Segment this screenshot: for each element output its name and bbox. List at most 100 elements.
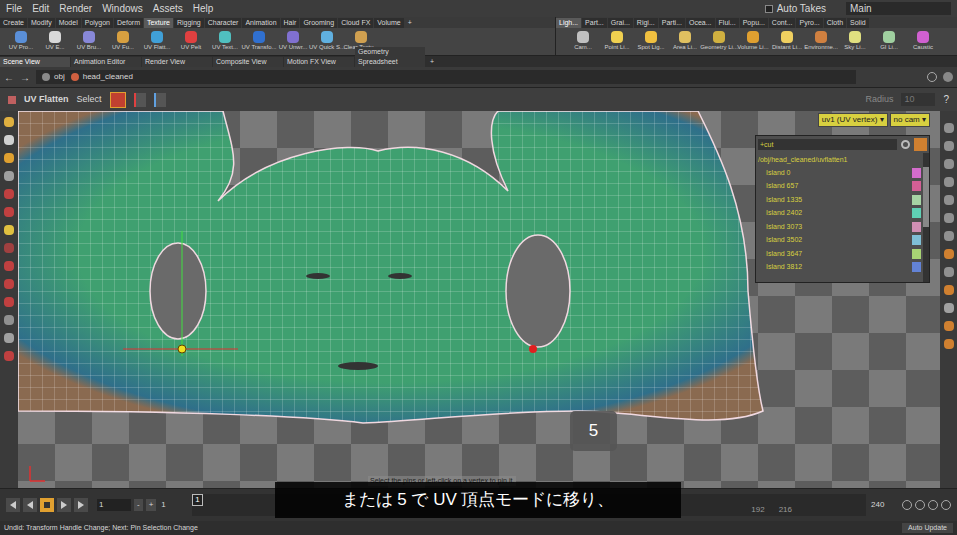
shelf-tool[interactable]: GI Li... [872,31,906,52]
menu-item[interactable]: File [6,1,22,16]
add-shelf-tab[interactable]: + [405,18,415,28]
pane-tab[interactable]: Composite View [213,57,283,67]
shelf-tab[interactable]: Ligh... [556,18,581,28]
tool-icon[interactable] [944,321,954,331]
shelf-tab[interactable]: Cloth [824,18,846,28]
shelf-tool[interactable]: Geometry Li... [702,31,736,52]
auto-update-button[interactable]: Auto Update [902,523,953,534]
shelf-tab[interactable]: Modify [28,18,55,28]
pane-tab[interactable]: Animation Editor [71,57,141,67]
pane-tab[interactable]: Render View [142,57,212,67]
start-frame-field[interactable]: 1 [159,499,189,511]
shelf-tab[interactable]: Ocea... [686,18,715,28]
end-frame-field[interactable]: 240 [869,499,899,511]
shelf-tool[interactable]: Environme... [804,31,838,52]
tool-icon[interactable] [4,333,14,343]
tool-icon[interactable] [4,117,14,127]
shelf-tool[interactable]: UV Fu... [106,31,140,52]
prev-icon[interactable] [23,498,37,512]
tool-icon[interactable] [944,339,954,349]
tool-icon[interactable] [4,315,14,325]
first-icon[interactable] [6,498,20,512]
tool-icon[interactable] [4,153,14,163]
gear-icon[interactable] [901,140,910,149]
uv-viewport[interactable]: uv1 (UV vertex) ▾no cam ▾+cut/obj/head_c… [18,111,940,488]
tool-icon[interactable] [4,135,14,145]
view-icon[interactable] [927,72,937,82]
tool-icon[interactable] [4,207,14,217]
island-row[interactable]: Island 657 [758,180,923,194]
frame-marker[interactable]: 1 [192,494,202,506]
path-segment[interactable]: head_cleaned [71,71,133,83]
shelf-tab[interactable]: Polygon [82,18,113,28]
shelf-tool[interactable]: Distant Li... [770,31,804,52]
shelf-tool[interactable]: UV Text... [208,31,242,52]
auto-takes-checkbox[interactable]: Auto Takes [765,1,826,16]
tool-icon[interactable] [944,285,954,295]
menu-item[interactable]: Render [59,1,92,16]
pane-tab[interactable]: Motion FX View [284,57,354,67]
shelf-tab[interactable]: Popu... [740,18,768,28]
shelf-tab[interactable]: Cont... [769,18,796,28]
camera-dropdown[interactable]: no cam ▾ [890,113,930,127]
tool-icon[interactable] [944,231,954,241]
island-row[interactable]: Island 3812 [758,261,923,275]
island-row[interactable]: Island 3073 [758,220,923,234]
tool-icon[interactable] [944,177,954,187]
tool-icon[interactable] [4,261,14,271]
shelf-tab[interactable]: Character [205,18,242,28]
shelf-tool[interactable]: Caustic [906,31,940,52]
shelf-tool[interactable]: UV Transfo... [242,31,276,52]
shelf-tool[interactable]: UV Pelt [174,31,208,52]
timeline-option-icon[interactable] [915,500,925,510]
tool-icon[interactable] [944,267,954,277]
menu-item[interactable]: Edit [32,1,49,16]
shelf-tool[interactable]: Sky Li... [838,31,872,52]
shelf-tab[interactable]: Deform [114,18,143,28]
path-segment[interactable]: obj [42,71,65,83]
tool-icon[interactable] [944,159,954,169]
tool-icon[interactable] [4,351,14,361]
shelf-tool[interactable]: Volume Li... [736,31,770,52]
stop-icon[interactable] [40,498,54,512]
select-mode-icon[interactable] [110,92,126,108]
tool-icon[interactable] [944,141,954,151]
shelf-tab[interactable]: Grooming [300,18,337,28]
shelf-tab[interactable]: Flui... [716,18,739,28]
timeline-option-icon[interactable] [928,500,938,510]
tool-icon[interactable] [944,195,954,205]
tool-icon[interactable] [944,249,954,259]
island-row[interactable]: Island 0 [758,166,923,180]
timeline-option-icon[interactable] [941,500,951,510]
shelf-tool[interactable]: Point Li... [600,31,634,52]
shelf-tab[interactable]: Grai... [608,18,633,28]
tool-icon[interactable] [4,279,14,289]
filter-field[interactable]: +cut [758,139,897,150]
frame-field[interactable]: 1 [97,499,131,511]
island-row[interactable]: Island 3647 [758,247,923,261]
shelf-tab[interactable]: Part... [582,18,607,28]
pin-icon[interactable] [914,138,927,151]
timeline-option-icon[interactable] [902,500,912,510]
plus-button[interactable]: + [146,499,157,511]
shelf-tool[interactable]: UV Bru... [72,31,106,52]
tool-icon[interactable] [4,297,14,307]
shelf-tab[interactable]: Animation [242,18,279,28]
help-icon[interactable]: ? [943,92,949,107]
tool-icon[interactable] [4,171,14,181]
tool-icon[interactable] [4,243,14,253]
desktop-dropdown[interactable]: Main [846,2,951,15]
shelf-tool[interactable]: UV Quick S... [310,31,344,52]
forward-icon[interactable]: → [20,70,30,85]
shelf-tab[interactable]: Solid [847,18,869,28]
pane-tab[interactable]: Scene View [0,57,70,67]
shelf-tool[interactable]: Cam... [566,31,600,52]
play-icon[interactable] [57,498,71,512]
tool-icon[interactable] [944,123,954,133]
minus-button[interactable]: - [134,499,143,511]
tool-icon[interactable] [944,213,954,223]
uv-attribute-dropdown[interactable]: uv1 (UV vertex) ▾ [818,113,888,127]
shelf-tab[interactable]: Cloud FX [338,18,373,28]
shelf-tool[interactable]: Area Li... [668,31,702,52]
shelf-tab[interactable]: Create [0,18,27,28]
